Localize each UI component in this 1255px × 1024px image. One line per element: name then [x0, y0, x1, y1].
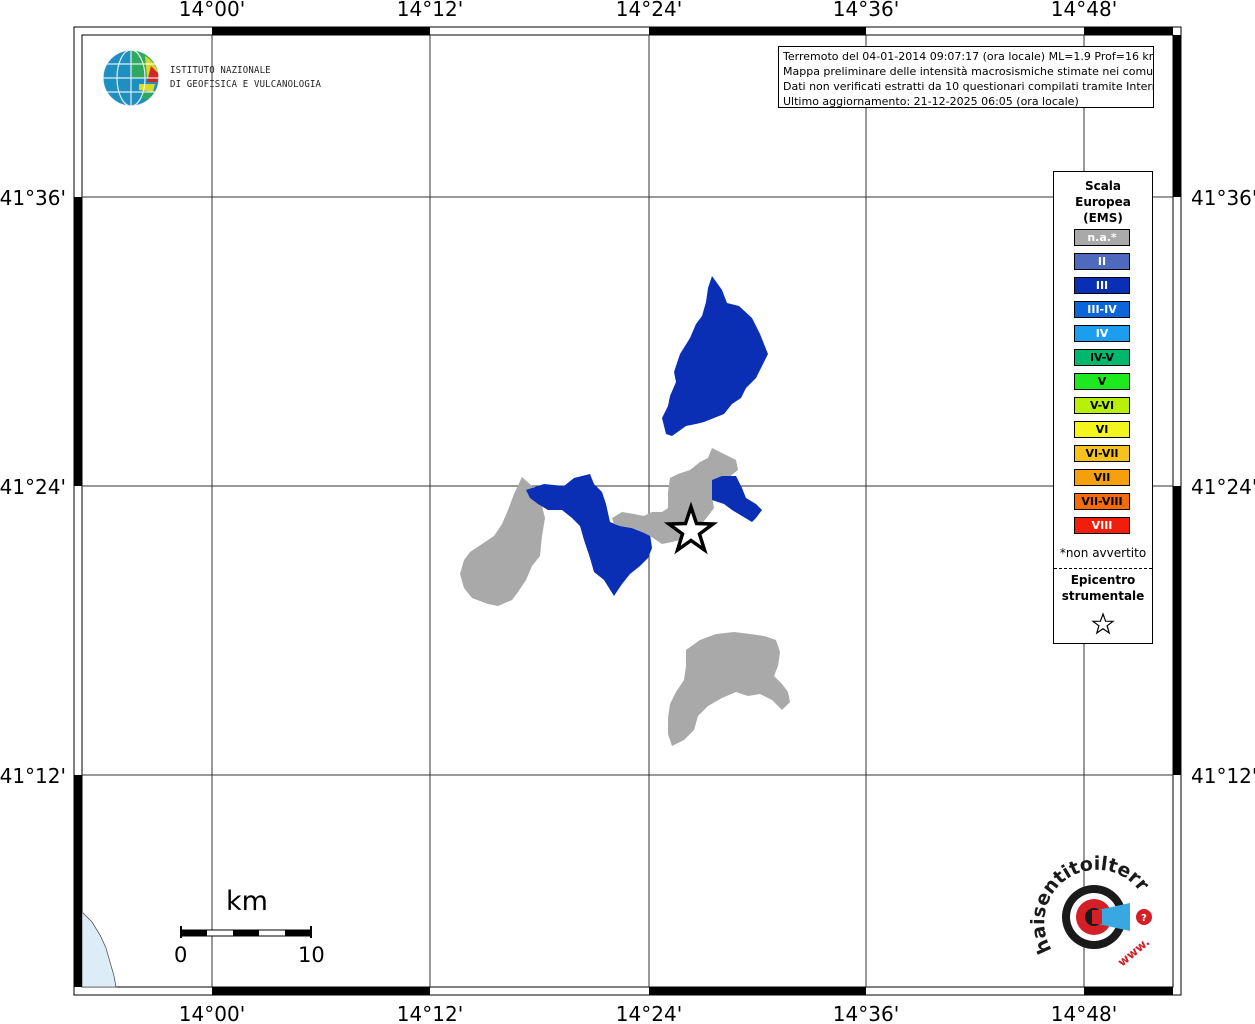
legend-title: Scala Europea (EMS) [1054, 178, 1152, 226]
right-lat-label: 41°12' [1191, 764, 1255, 788]
legend-divider [1054, 568, 1152, 569]
legend-note: *non avvertito [1059, 546, 1147, 560]
legend-swatch: IV [1074, 325, 1130, 342]
scale-max-label: 10 [298, 943, 325, 967]
left-lat-label: 41°24' [0, 475, 66, 499]
bottom-lon-label: 14°00' [179, 1002, 245, 1024]
legend-swatch: VIII [1074, 517, 1130, 534]
ingv-logo-text: ISTITUTO NAZIONALE DI GEOFISICA E VULCAN… [170, 64, 321, 92]
right-lat-label: 41°36' [1191, 186, 1255, 210]
legend-epicenter-line: strumentale [1061, 589, 1145, 603]
svg-text:?: ? [1141, 913, 1147, 924]
map-area [81, 34, 1174, 988]
top-lon-label: 14°24' [616, 0, 682, 21]
legend-swatch: IV-V [1074, 349, 1130, 366]
star-icon [1091, 612, 1115, 635]
hsit-watermark: ? haisentitoilterremoto.it www. [1020, 838, 1165, 985]
intensity-legend: Scala Europea (EMS) n.a.* II III III-IV IV IV… [1053, 171, 1153, 644]
event-info-line: Ultimo aggiornamento: 21-12-2025 06:05 (… [783, 95, 1079, 108]
legend-swatch: n.a.* [1074, 229, 1130, 246]
legend-title-line: Europea [1075, 195, 1131, 209]
legend-swatch: II [1074, 253, 1130, 270]
legend-title-line: Scala [1084, 179, 1122, 193]
bottom-lon-label: 14°24' [616, 1002, 682, 1024]
legend-epicenter-line: Epicentro [1070, 573, 1136, 587]
right-lat-label: 41°24' [1191, 475, 1255, 499]
bottom-lon-label: 14°36' [833, 1002, 899, 1024]
legend-swatch: III [1074, 277, 1130, 294]
scale-min-label: 0 [174, 943, 188, 967]
top-lon-label: 14°12' [397, 0, 463, 21]
legend-swatch: VI-VII [1074, 445, 1130, 462]
legend-title-line: (EMS) [1083, 211, 1123, 225]
watermark-prefix: www. [1115, 935, 1152, 970]
top-lon-label: 14°48' [1051, 0, 1117, 21]
legend-swatch: V-VI [1074, 397, 1130, 414]
bottom-lon-label: 14°12' [397, 1002, 463, 1024]
scale-unit: km [226, 886, 268, 917]
top-lon-label: 14°00' [179, 0, 245, 21]
top-lon-label: 14°36' [833, 0, 899, 21]
globe-icon [102, 49, 160, 107]
event-info-line: Dati non verificati estratti da 10 quest… [783, 80, 1154, 93]
legend-swatch: VII [1074, 469, 1130, 486]
logo-line: ISTITUTO NAZIONALE [170, 65, 271, 76]
legend-swatch: VI [1074, 421, 1130, 438]
logo-line: DI GEOFISICA E VULCANOLOGIA [170, 79, 322, 90]
left-lat-label: 41°12' [0, 764, 66, 788]
legend-epicenter-label: Epicentro strumentale [1054, 572, 1152, 604]
legend-swatch: III-IV [1074, 301, 1130, 318]
legend-swatch: VII-VIII [1074, 493, 1130, 510]
event-info-line: Terremoto del 04-01-2014 09:07:17 (ora l… [783, 50, 1154, 63]
event-info-line: Mappa preliminare delle intensità macros… [783, 65, 1154, 78]
bottom-lon-label: 14°48' [1051, 1002, 1117, 1024]
event-info-box: Terremoto del 04-01-2014 09:07:17 (ora l… [778, 46, 1154, 108]
hsit-logo-icon: ? haisentitoilterremoto.it www. [1020, 838, 1154, 970]
legend-swatch: V [1074, 373, 1130, 390]
left-lat-label: 41°36' [0, 186, 66, 210]
